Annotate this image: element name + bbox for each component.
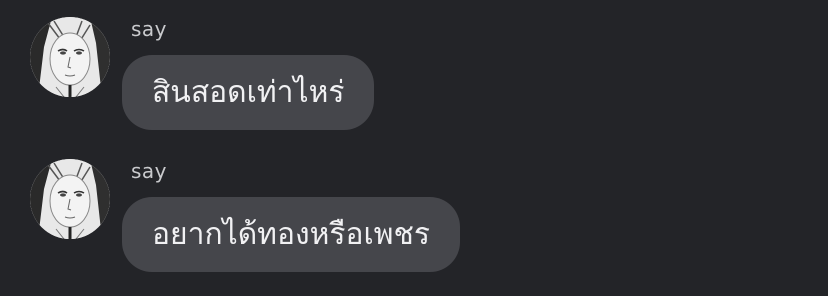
message-bubble[interactable]: อยากได้ทองหรือเพชร: [122, 197, 461, 272]
chat-thread: say สินสอดเท่าไหร่ say อยากได้ทองหรือเพช: [0, 0, 828, 296]
user-avatar-icon[interactable]: [30, 159, 110, 239]
sender-name: say: [131, 159, 168, 183]
user-avatar-icon[interactable]: [30, 17, 110, 97]
sender-name: say: [131, 17, 168, 41]
message-bubble[interactable]: สินสอดเท่าไหร่: [122, 55, 375, 130]
